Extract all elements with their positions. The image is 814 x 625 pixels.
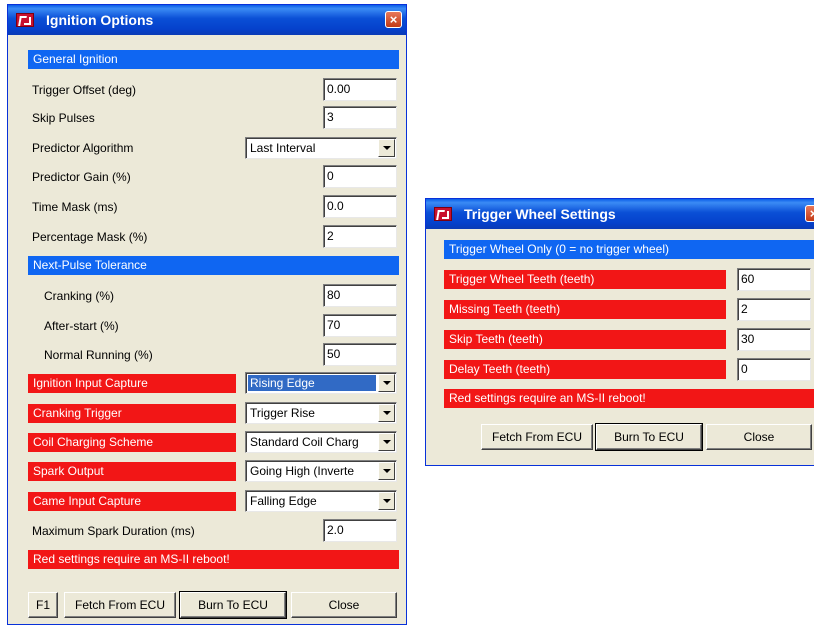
general-ignition-header: General Ignition: [28, 50, 399, 69]
predictor-algorithm-label: Predictor Algorithm: [32, 141, 134, 155]
normal-running-label: Normal Running (%): [44, 348, 153, 362]
trigger-offset-label: Trigger Offset (deg): [32, 83, 137, 97]
percentage-mask-label: Percentage Mask (%): [32, 230, 148, 244]
burn-to-ecu-button[interactable]: Burn To ECU: [595, 423, 703, 451]
predictor-algorithm-select[interactable]: Last Interval: [245, 137, 397, 159]
trigger-wheel-teeth-label: Trigger Wheel Teeth (teeth): [444, 270, 726, 289]
cranking-input[interactable]: 80: [323, 284, 397, 307]
spark-output-label: Spark Output: [28, 462, 236, 481]
ignition-input-capture-value: Rising Edge: [248, 375, 376, 391]
trigger-offset-input[interactable]: 0.00: [323, 78, 397, 101]
predictor-algorithm-value: Last Interval: [250, 141, 316, 155]
next-pulse-tolerance-header: Next-Pulse Tolerance: [28, 256, 399, 275]
percentage-mask-input[interactable]: 2: [323, 225, 397, 248]
missing-teeth-label: Missing Teeth (teeth): [444, 300, 726, 319]
coil-charging-scheme-label: Coil Charging Scheme: [28, 433, 236, 452]
came-input-capture-label: Came Input Capture: [28, 492, 236, 511]
chevron-down-icon[interactable]: [378, 404, 395, 422]
delay-teeth-label: Delay Teeth (teeth): [444, 360, 726, 379]
cranking-trigger-label: Cranking Trigger: [28, 404, 236, 423]
predictor-gain-label: Predictor Gain (%): [32, 170, 131, 184]
spark-output-value: Going High (Inverte: [250, 464, 355, 478]
cranking-trigger-select[interactable]: Trigger Rise: [245, 402, 397, 424]
reboot-notice: Red settings require an MS-II reboot!: [28, 550, 399, 569]
time-mask-input[interactable]: 0.0: [323, 195, 397, 218]
max-spark-duration-label: Maximum Spark Duration (ms): [32, 524, 195, 538]
close-window-icon[interactable]: ×: [805, 205, 814, 222]
skip-teeth-label: Skip Teeth (teeth): [444, 330, 726, 349]
window-title: Ignition Options: [46, 12, 154, 28]
ignition-input-capture-label: Ignition Input Capture: [28, 374, 236, 393]
coil-charging-scheme-value: Standard Coil Charg: [250, 435, 359, 449]
chevron-down-icon[interactable]: [378, 492, 395, 510]
ignition-input-capture-select[interactable]: Rising Edge: [245, 372, 397, 394]
normal-running-input[interactable]: 50: [323, 343, 397, 366]
max-spark-duration-input[interactable]: 2.0: [323, 519, 397, 542]
coil-charging-scheme-select[interactable]: Standard Coil Charg: [245, 431, 397, 453]
skip-teeth-input[interactable]: 30: [737, 328, 811, 351]
fetch-from-ecu-button[interactable]: Fetch From ECU: [64, 592, 176, 618]
megasquirt-app-icon: [16, 13, 34, 27]
after-start-label: After-start (%): [44, 319, 119, 333]
close-button[interactable]: Close: [291, 592, 397, 618]
trigger-wheel-titlebar[interactable]: Trigger Wheel Settings ×: [426, 199, 814, 229]
fetch-from-ecu-button[interactable]: Fetch From ECU: [481, 424, 593, 450]
spark-output-select[interactable]: Going High (Inverte: [245, 460, 397, 482]
chevron-down-icon[interactable]: [378, 433, 395, 451]
skip-pulses-label: Skip Pulses: [32, 111, 95, 125]
time-mask-label: Time Mask (ms): [32, 200, 118, 214]
reboot-notice: Red settings require an MS-II reboot!: [444, 389, 814, 408]
chevron-down-icon[interactable]: [378, 462, 395, 480]
predictor-gain-input[interactable]: 0: [323, 165, 397, 188]
skip-pulses-input[interactable]: 3: [323, 106, 397, 129]
trigger-wheel-teeth-input[interactable]: 60: [737, 268, 811, 291]
came-input-capture-select[interactable]: Falling Edge: [245, 490, 397, 512]
cranking-trigger-value: Trigger Rise: [250, 406, 315, 420]
close-window-icon[interactable]: ×: [385, 11, 402, 28]
burn-to-ecu-button[interactable]: Burn To ECU: [179, 591, 287, 619]
ignition-options-window: Ignition Options × General Ignition Trig…: [7, 4, 407, 625]
f1-button[interactable]: F1: [28, 592, 58, 618]
came-input-capture-value: Falling Edge: [250, 494, 317, 508]
cranking-label: Cranking (%): [44, 289, 115, 303]
delay-teeth-input[interactable]: 0: [737, 358, 811, 381]
close-button[interactable]: Close: [706, 424, 812, 450]
missing-teeth-input[interactable]: 2: [737, 298, 811, 321]
trigger-wheel-header: Trigger Wheel Only (0 = no trigger wheel…: [444, 240, 814, 259]
window-title: Trigger Wheel Settings: [464, 206, 616, 222]
ignition-options-titlebar[interactable]: Ignition Options ×: [8, 5, 406, 35]
after-start-input[interactable]: 70: [323, 314, 397, 337]
trigger-wheel-settings-window: Trigger Wheel Settings × Trigger Wheel O…: [425, 198, 814, 466]
chevron-down-icon[interactable]: [378, 374, 395, 392]
chevron-down-icon[interactable]: [378, 139, 395, 157]
megasquirt-app-icon: [434, 207, 452, 221]
